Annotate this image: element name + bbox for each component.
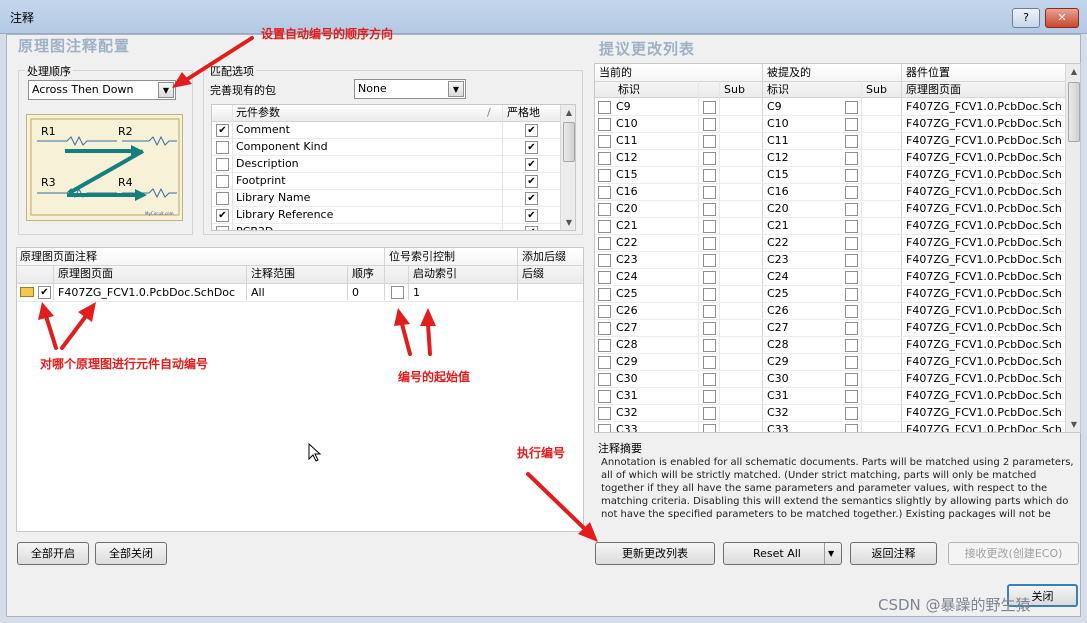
watermark: CSDN @暴躁的野生猿 <box>878 596 1031 614</box>
annotation-order-direction: 设置自动编号的顺序方向 <box>261 27 394 41</box>
annotation-arrows <box>38 36 598 542</box>
annotation-execute: 执行编号 <box>517 446 566 460</box>
annotation-which-sheet: 对哪个原理图进行元件自动编号 <box>40 357 209 371</box>
mouse-cursor-icon <box>308 443 322 462</box>
annotation-start-value: 编号的起始值 <box>398 370 471 384</box>
